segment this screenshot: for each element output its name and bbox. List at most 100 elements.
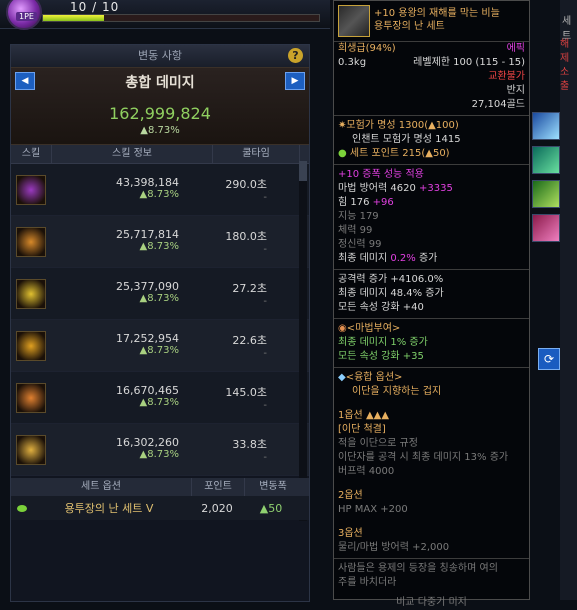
skill-cooldown: 22.6초 [232,334,267,347]
panel-title-text: 변동 사항 [138,49,182,62]
skill-row: 16,670,465 ▲8.73% 145.0초 - [11,372,309,424]
skill-row: 25,377,090 ▲8.73% 27.2초 - [11,268,309,320]
prev-arrow-button[interactable]: ◀ [15,72,35,90]
skill-row: 17,252,954 ▲8.73% 22.6초 - [11,320,309,372]
skill-rate: ▲8.73% [139,293,179,304]
opt1-stars: ▲▲▲ [365,410,390,421]
skill-cd-change: - [263,400,267,411]
amplify: +10 증폭 성능 적용 [338,169,424,180]
int: 지능 179 [338,211,379,222]
total-damage-label: 총합 데미지 [125,75,195,91]
grade: 에픽 [506,43,525,54]
spirit: 정신력 99 [338,239,382,250]
hp-text: 10 / 10 [70,0,120,14]
str-bonus: +96 [372,197,394,208]
skill-icon [16,382,46,413]
tooltip-footer: 비교 다중기 미지 [396,597,467,608]
trade-status: 교환불가 [488,71,525,82]
skill-cooldown-cell: 27.2초 - [201,268,277,319]
elem: 모든 속성 강화 +40 [338,302,424,313]
skill-damage: 43,398,184 [116,176,179,189]
set-points: 2,020 [201,501,233,515]
skill-row: 25,717,814 ▲8.73% 180.0초 - [11,216,309,268]
skill-info: 25,377,090 ▲8.73% [51,268,201,319]
magic-elem: 모든 속성 강화 +35 [338,351,424,362]
opt1-l1: 적을 이단으로 규정 [338,438,418,449]
magic-def-bonus: +3335 [419,183,453,194]
opt2-l1: HP MAX +200 [338,504,408,515]
col-points: 포인트 [192,478,245,496]
ring-item-icon [338,5,370,37]
skill-cd-change: - [263,348,267,359]
scrollbar[interactable] [299,161,307,521]
set-icon [17,504,27,512]
skill-info: 16,670,465 ▲8.73% [51,372,201,423]
skill-rate: ▲8.73% [139,449,179,460]
equip-slot-icon[interactable] [532,146,560,174]
skill-table-header: 스킬 스킬 정보 쿨타임 [11,145,309,164]
fusion-title: <융합 옵션> [345,372,403,383]
skill-row: 43,398,184 ▲8.73% 290.0초 - [11,164,309,216]
skill-cell [11,216,51,267]
skill-icon [16,174,46,205]
skill-damage: 25,717,814 [116,228,179,241]
skill-cooldown-cell: 22.6초 - [201,320,277,371]
skill-damage: 16,670,465 [116,384,179,397]
set-table-header: 세트 옵션 포인트 변동폭 [11,478,309,496]
magic-final: 최종 데미지 1% 증가 [338,337,428,348]
col-set-option: 세트 옵션 [11,478,192,496]
skill-cooldown: 290.0초 [225,178,267,191]
vit: 체력 99 [338,225,373,236]
skill-cd-change: - [263,192,267,203]
skill-cooldown-cell: 180.0초 - [201,216,277,267]
opt1-l2: 이단자를 공격 시 최종 데미지 13% 증가 [338,452,509,463]
next-arrow-button[interactable]: ▶ [285,72,305,90]
help-button[interactable]: ? [288,48,303,63]
item-price: 27,104골드 [471,99,525,110]
skill-cell [11,372,51,423]
item-set-name: 용투장의 난 세트 [374,21,445,32]
skill-damage: 17,252,954 [116,332,179,345]
skill-cooldown: 33.8초 [232,438,267,451]
col-cooldown: 쿨타임 [213,145,300,163]
equip-slot-icon[interactable] [532,214,560,242]
fusion-sub: 이단을 지향하는 겁지 [352,386,442,397]
str: 힘 176 [338,197,370,208]
skill-rate: ▲8.73% [139,189,179,200]
equipment-icons [532,112,562,248]
skill-rate: ▲8.73% [139,345,179,356]
set-row: 용투장의 난 세트 V 2,020 ▲50 [11,496,309,520]
damage-change-panel: 변동 사항 ? ◀ ▶ 총합 데미지 162,999,824 ▲8.73% 스킬… [10,44,310,602]
skill-damage: 16,302,260 [116,436,179,449]
scrollbar-thumb[interactable] [299,161,307,181]
opt3-l1: 물리/마법 방어력 +2,000 [338,542,450,553]
skill-cooldown-cell: 290.0초 - [201,164,277,215]
skill-cooldown: 145.0초 [225,386,267,399]
final-dmg-suffix: 증가 [418,253,438,264]
fame: 모험가 명성 1300(▲100) [346,120,459,131]
refresh-icon[interactable]: ⟳ [538,348,560,370]
equip-slot-icon[interactable] [532,112,560,140]
skill-cd-change: - [263,296,267,307]
final-dmg: 최종 데미지 [338,253,388,264]
set-name: 용투장의 난 세트 V [64,502,154,515]
col-change: 변동폭 [259,481,287,492]
skill-cooldown: 180.0초 [225,230,267,243]
weight: 0.3kg [338,57,367,68]
red-notice: 해제 소출 [560,38,577,94]
skill-damage: 25,377,090 [116,280,179,293]
skill-rate: ▲8.73% [139,241,179,252]
level-req: 레벨제한 100 (115 - 15) [413,57,525,68]
skill-icon [16,434,46,465]
opt1-name: [이단 척결] [338,424,386,435]
equip-slot-icon[interactable] [532,180,560,208]
opt1-label: 1옵션 [338,410,363,421]
hp-bar [42,14,320,22]
item-name: +10 용왕의 재해를 막는 비늘 [374,8,500,19]
skill-cooldown-cell: 145.0초 - [201,372,277,423]
skill-cooldown: 27.2초 [232,282,267,295]
skill-icon [16,330,46,361]
skill-cd-change: - [263,244,267,255]
skill-row: 16,302,260 ▲8.73% 33.8초 - [11,424,309,476]
rarity: 희생급(94%) [338,43,396,54]
